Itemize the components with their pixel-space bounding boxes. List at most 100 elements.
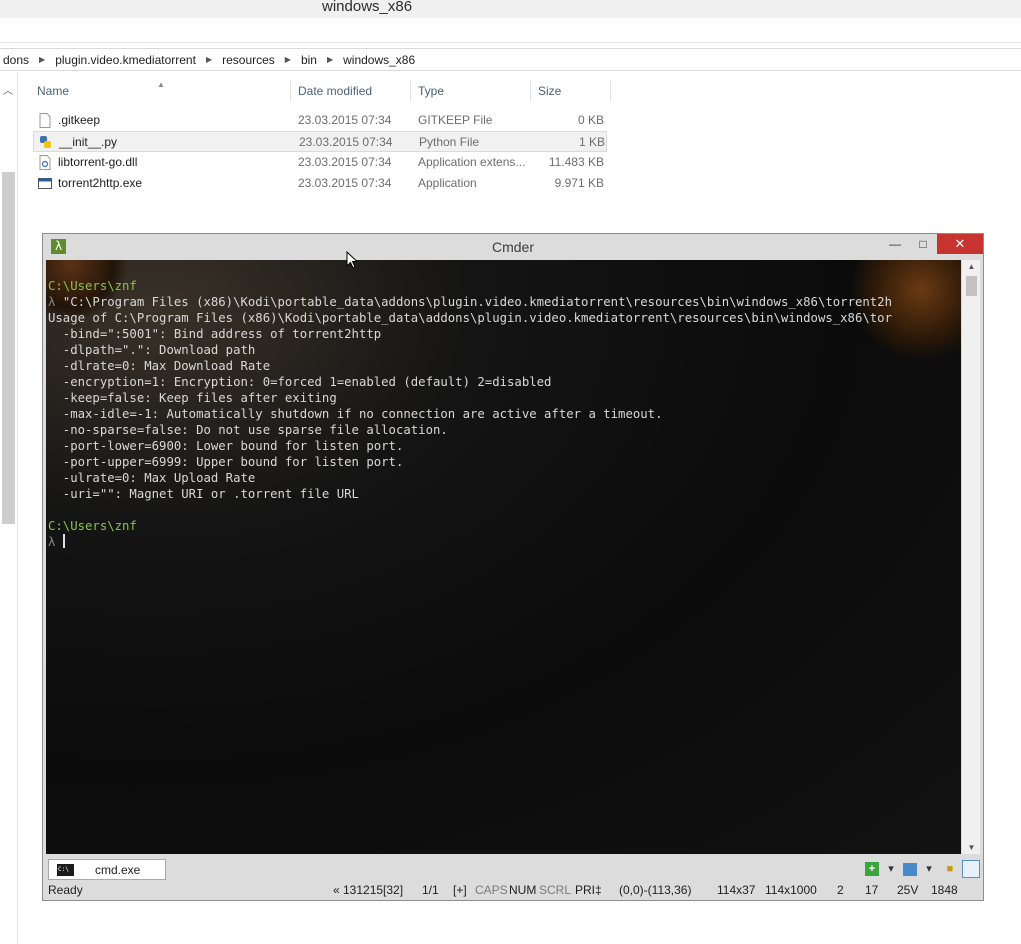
cmder-titlebar[interactable]: λ Cmder — □ ✕ bbox=[43, 234, 983, 260]
file-size: 1 KB bbox=[578, 135, 605, 149]
option-line: -uri="": Magnet URI or .torrent file URL bbox=[48, 487, 359, 501]
navigation-pane-scrollbar[interactable]: ︿ bbox=[0, 72, 18, 944]
explorer-ribbon bbox=[0, 18, 1021, 43]
option-line: -max-idle=-1: Automatically shutdown if … bbox=[48, 407, 663, 421]
blank-file-icon bbox=[39, 113, 51, 128]
status-buffer-size: 114x1000 bbox=[765, 883, 817, 897]
prompt-path: C:\Users\znf bbox=[48, 519, 137, 533]
file-name: .gitkeep bbox=[58, 113, 101, 127]
column-header-type[interactable]: Type bbox=[411, 80, 531, 102]
status-num: NUM bbox=[509, 883, 537, 897]
file-name: libtorrent-go.dll bbox=[58, 155, 138, 169]
option-line: -dlrate=0: Max Download Rate bbox=[48, 359, 271, 373]
option-line: -ulrate=0: Max Upload Rate bbox=[48, 471, 256, 485]
status-value: 2 bbox=[837, 883, 844, 897]
console-area[interactable]: C:\Users\znf λ "C:\Program Files (x86)\K… bbox=[46, 260, 961, 854]
chevron-up-icon[interactable]: ▲ bbox=[962, 262, 981, 271]
chevron-up-icon[interactable]: ︿ bbox=[3, 82, 13, 97]
breadcrumb-addons[interactable]: dons bbox=[0, 53, 32, 67]
breadcrumb-windows-x86[interactable]: windows_x86 bbox=[340, 53, 418, 67]
prompt-symbol: λ bbox=[48, 295, 56, 309]
cmder-window-title: Cmder bbox=[491, 239, 534, 255]
chevron-right-icon[interactable]: ▶ bbox=[32, 55, 52, 64]
tab-bar: C:\ cmd.exe + ▾ ▾ ■ bbox=[46, 857, 980, 881]
option-line: -keep=false: Keep files after exiting bbox=[48, 391, 337, 405]
option-line: -bind=":5001": Bind address of torrent2h… bbox=[48, 327, 382, 341]
dll-file-icon bbox=[39, 155, 51, 170]
command-line: "C:\Program Files (x86)\Kodi\portable_da… bbox=[62, 295, 892, 309]
address-bar[interactable]: dons ▶ plugin.video.kmediatorrent ▶ reso… bbox=[0, 48, 1021, 71]
option-line: -encryption=1: Encryption: 0=forced 1=en… bbox=[48, 375, 552, 389]
chevron-right-icon[interactable]: ▶ bbox=[320, 55, 340, 64]
option-line: -port-lower=6900: Lower bound for listen… bbox=[48, 439, 404, 453]
tab-cmd[interactable]: C:\ cmd.exe bbox=[48, 859, 166, 880]
column-header-name[interactable]: Name ▲ bbox=[30, 80, 291, 102]
add-tab-icon[interactable]: + bbox=[865, 862, 879, 876]
chevron-down-icon[interactable]: ▾ bbox=[920, 860, 938, 878]
exe-file-icon bbox=[38, 178, 52, 189]
console-icon: C:\ bbox=[57, 864, 74, 876]
usage-line: Usage of C:\Program Files (x86)\Kodi\por… bbox=[48, 311, 892, 325]
file-size: 11.483 KB bbox=[548, 155, 604, 169]
cmder-window: λ Cmder — □ ✕ C:\Users\znf λ "C:\Program… bbox=[42, 233, 984, 901]
status-console-size: 114x37 bbox=[717, 883, 756, 897]
status-value: 25V bbox=[897, 883, 919, 897]
file-type: Python File bbox=[419, 135, 480, 149]
option-line: -dlpath=".": Download path bbox=[48, 343, 256, 357]
status-position: « 131215[32] bbox=[333, 883, 404, 897]
layout-icon[interactable] bbox=[903, 862, 917, 876]
status-page: 1/1 bbox=[422, 883, 439, 897]
breadcrumb-plugin[interactable]: plugin.video.kmediatorrent bbox=[52, 53, 199, 67]
breadcrumb-bin[interactable]: bin bbox=[298, 53, 320, 67]
scrollbar-thumb[interactable] bbox=[966, 276, 977, 296]
text-cursor bbox=[62, 534, 65, 548]
file-row[interactable]: __init__.py 23.03.2015 07:34 Python File… bbox=[33, 131, 607, 152]
file-row[interactable]: libtorrent-go.dll 23.03.2015 07:34 Appli… bbox=[33, 152, 607, 173]
scrollbar-thumb[interactable] bbox=[2, 172, 15, 524]
breadcrumb-resources[interactable]: resources bbox=[219, 53, 278, 67]
python-file-icon bbox=[40, 136, 51, 148]
mouse-pointer-icon bbox=[346, 251, 358, 269]
option-line: -no-sparse=false: Do not use sparse file… bbox=[48, 423, 448, 437]
status-value: 17 bbox=[865, 883, 879, 897]
option-line: -port-upper=6999: Upper bound for listen… bbox=[48, 455, 404, 469]
prompt-path: C:\Users\znf bbox=[48, 279, 137, 293]
file-size: 9.971 KB bbox=[554, 176, 604, 190]
split-pane-icon[interactable] bbox=[962, 860, 980, 878]
explorer-titlebar: windows_x86 bbox=[0, 0, 1021, 18]
status-plus: [+] bbox=[453, 883, 467, 897]
file-name: __init__.py bbox=[59, 135, 118, 149]
prompt-symbol: λ bbox=[48, 535, 56, 549]
status-bar: Ready « 131215[32] 1/1 [+] CAPS NUM SCRL… bbox=[46, 881, 980, 899]
maximize-button[interactable]: □ bbox=[909, 234, 937, 254]
status-selection: (0,0)-(113,36) bbox=[619, 883, 692, 897]
column-header-size[interactable]: Size bbox=[531, 80, 611, 102]
chevron-right-icon[interactable]: ▶ bbox=[278, 55, 298, 64]
explorer-window-title: windows_x86 bbox=[322, 0, 413, 15]
file-date: 23.03.2015 07:34 bbox=[298, 113, 392, 127]
lock-icon[interactable]: ■ bbox=[941, 860, 959, 878]
file-date: 23.03.2015 07:34 bbox=[298, 155, 392, 169]
chevron-down-icon[interactable]: ▾ bbox=[882, 860, 900, 878]
toolbar: + ▾ ▾ ■ bbox=[862, 859, 980, 879]
minimize-button[interactable]: — bbox=[881, 234, 909, 254]
tab-label: cmd.exe bbox=[95, 863, 141, 877]
console-scrollbar[interactable]: ▲ ▼ bbox=[961, 260, 980, 854]
status-caps: CAPS bbox=[475, 883, 508, 897]
file-row[interactable]: torrent2http.exe 23.03.2015 07:34 Applic… bbox=[33, 173, 607, 194]
file-size: 0 KB bbox=[577, 113, 604, 127]
column-header-date[interactable]: Date modified bbox=[291, 80, 411, 102]
file-type: Application bbox=[418, 176, 477, 190]
file-type: Application extens... bbox=[418, 155, 526, 169]
file-name: torrent2http.exe bbox=[58, 176, 143, 190]
status-value: 1848 bbox=[931, 883, 958, 897]
file-row[interactable]: .gitkeep 23.03.2015 07:34 GITKEEP File 0… bbox=[33, 110, 607, 131]
status-ready: Ready bbox=[48, 883, 83, 897]
file-date: 23.03.2015 07:34 bbox=[299, 135, 393, 149]
status-priority: PRI‡ bbox=[575, 883, 602, 897]
chevron-down-icon[interactable]: ▼ bbox=[962, 843, 981, 852]
close-button[interactable]: ✕ bbox=[937, 234, 983, 254]
chevron-right-icon[interactable]: ▶ bbox=[199, 55, 219, 64]
sort-ascending-icon: ▲ bbox=[157, 80, 165, 89]
console-output: C:\Users\znf λ "C:\Program Files (x86)\K… bbox=[48, 278, 892, 550]
